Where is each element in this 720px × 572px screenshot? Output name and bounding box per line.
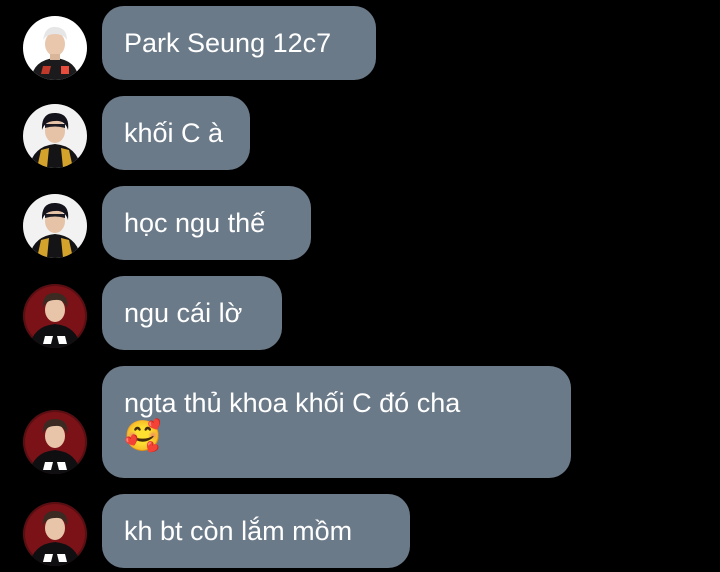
chat-thread: Park Seung 12c7 khối C à học ngu thế ngu…: [0, 0, 720, 572]
player-avatar-black-hair[interactable]: [23, 104, 87, 168]
message-bubble[interactable]: học ngu thế: [102, 186, 311, 260]
message-text: học ngu thế: [124, 208, 266, 238]
message-text: ngu cái lờ: [124, 298, 243, 328]
message-bubble[interactable]: ngu cái lờ: [102, 276, 282, 350]
message-text: kh bt còn lắm mồm: [124, 516, 353, 546]
player-avatar-white-hair[interactable]: [23, 16, 87, 80]
message-bubble[interactable]: ngta thủ khoa khối C đó cha 🥰: [102, 366, 571, 478]
avatar-photo: [23, 194, 87, 258]
message-row: khối C à: [0, 96, 720, 170]
smiling-face-with-hearts-emoji: 🥰: [124, 419, 162, 454]
player-avatar-red-jersey[interactable]: [23, 410, 87, 474]
message-bubble[interactable]: khối C à: [102, 96, 250, 170]
message-text: Park Seung 12c7: [124, 28, 332, 58]
message-row: Park Seung 12c7: [0, 6, 720, 80]
avatar-photo: [23, 502, 87, 566]
message-row: ngu cái lờ: [0, 276, 720, 350]
avatar-photo: [23, 104, 87, 168]
avatar-photo: [23, 16, 87, 80]
avatar-photo: [23, 284, 87, 348]
message-text: ngta thủ khoa khối C đó cha: [124, 388, 461, 418]
player-avatar-black-hair[interactable]: [23, 194, 87, 258]
message-bubble[interactable]: Park Seung 12c7: [102, 6, 376, 80]
player-avatar-red-jersey[interactable]: [23, 502, 87, 566]
player-avatar-red-jersey[interactable]: [23, 284, 87, 348]
message-text: khối C à: [124, 118, 224, 148]
avatar-photo: [23, 410, 87, 474]
message-row: kh bt còn lắm mồm: [0, 494, 720, 568]
message-row: ngta thủ khoa khối C đó cha 🥰: [0, 366, 720, 478]
message-bubble[interactable]: kh bt còn lắm mồm: [102, 494, 410, 568]
message-row: học ngu thế: [0, 186, 720, 260]
